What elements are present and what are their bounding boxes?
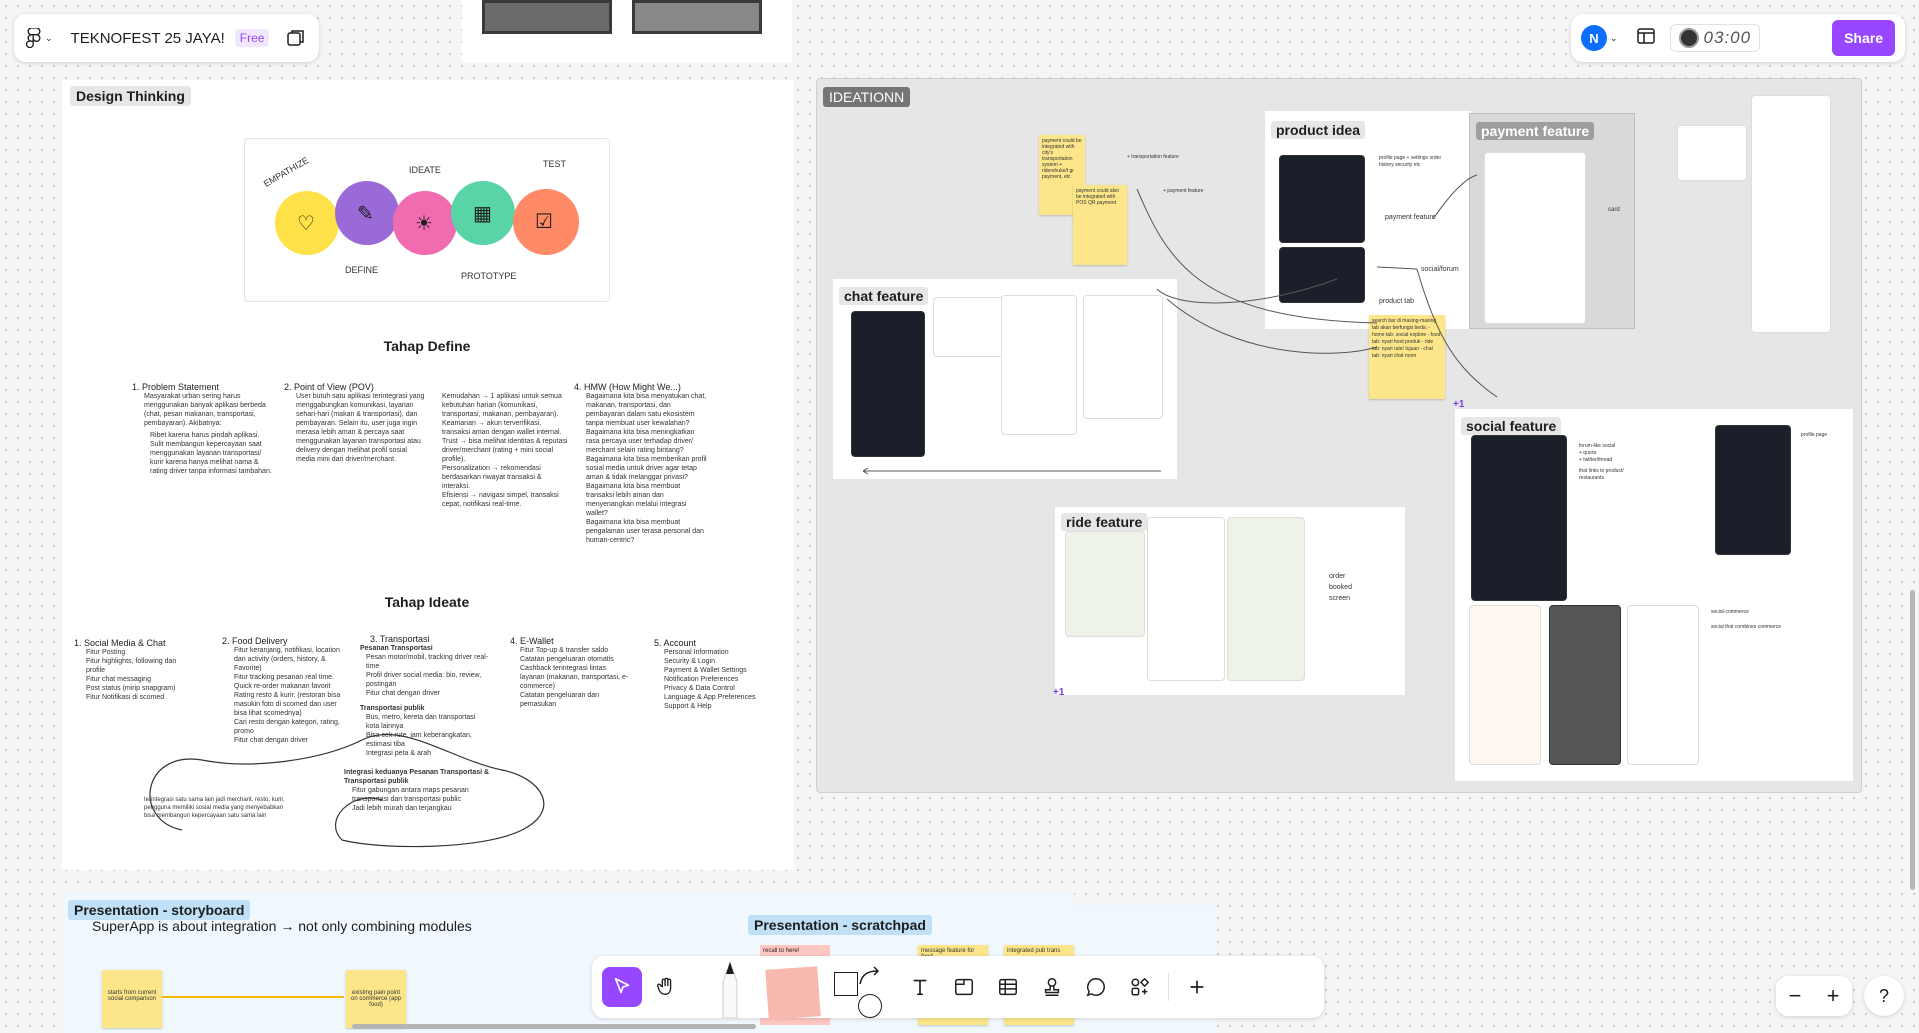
section-icon xyxy=(955,978,973,996)
section-label-storyboard[interactable]: Presentation - storyboard xyxy=(68,900,251,920)
layout-icon[interactable] xyxy=(1636,26,1656,51)
define-col-2: 2. Point of View (POV) User butuh satu a… xyxy=(284,382,425,463)
top-right-bar: N ⌄ 03:00 Share xyxy=(1571,14,1905,62)
text-icon xyxy=(913,979,927,996)
ideate-col-5: 5. Account Personal Information Security… xyxy=(654,638,756,710)
storyboard-subtitle: SuperApp is about integration → not only… xyxy=(92,918,472,934)
timer-control[interactable]: 03:00 xyxy=(1669,24,1761,52)
ideate-title: Tahap Ideate xyxy=(384,594,470,610)
comment-tool-button[interactable] xyxy=(1076,967,1116,1007)
widgets-icon xyxy=(1131,977,1150,996)
integration-box: Integrasi keduanya Pesanan Transportasi … xyxy=(344,769,490,812)
design-thinking-section[interactable]: Design Thinking ♡ ✎ ☀ ▦ ☑ EMPATHIZE DEFI… xyxy=(62,80,794,870)
bulb-icon: ☀ xyxy=(415,213,433,235)
hand-icon xyxy=(657,977,672,996)
vertical-scrollbar[interactable] xyxy=(1910,590,1915,890)
plan-badge: Free xyxy=(234,29,270,47)
help-icon: ? xyxy=(1878,985,1889,1006)
chevron-down-icon: ⌄ xyxy=(45,32,53,43)
checklist-icon: ☑ xyxy=(535,211,553,233)
figma-logo-icon xyxy=(26,28,41,48)
sticky-tool-button[interactable] xyxy=(762,956,824,1020)
toolbar-divider xyxy=(1168,973,1169,1001)
cursor-icon xyxy=(614,977,630,994)
zoom-in-button[interactable]: + xyxy=(1827,983,1840,1009)
storyboard-connector xyxy=(162,996,344,998)
bottom-toolbar xyxy=(592,956,1324,1020)
timer-value: 03:00 xyxy=(1703,28,1752,47)
screen-icon: ▦ xyxy=(473,203,492,225)
comment-icon xyxy=(1086,978,1105,997)
file-header: ⌄ TEKNOFEST 25 JAYA! Free xyxy=(14,14,319,62)
zoom-controls: − + xyxy=(1776,976,1852,1016)
storyboard-card-2[interactable]: existing pain point on commerce (app foo… xyxy=(346,970,406,1028)
define-title: Tahap Define xyxy=(383,338,471,354)
arrow-shape-icon xyxy=(859,966,880,985)
chevron-down-icon: ⌄ xyxy=(1610,32,1618,43)
define-col-3: Kemudahan → 1 aplikasi untuk semua kebut… xyxy=(442,393,568,508)
stamp-icon xyxy=(1044,978,1060,996)
define-col-4: 4. HMW (How Might We...) Bagaimana kita … xyxy=(574,382,707,544)
horizontal-scrollbar[interactable] xyxy=(352,1024,756,1029)
share-button[interactable]: Share xyxy=(1832,20,1895,56)
stamp-tool-button[interactable] xyxy=(1032,967,1072,1007)
section-tool-button[interactable] xyxy=(944,967,984,1007)
storyboard-card-1[interactable]: starts from current social comparison xyxy=(102,970,162,1028)
sticky-note-icon xyxy=(765,966,821,1020)
shape-tool-button[interactable] xyxy=(828,956,890,1018)
figma-menu-button[interactable]: ⌄ xyxy=(26,28,53,48)
top-image-strip xyxy=(462,0,792,62)
table-icon xyxy=(999,978,1017,996)
timer-icon xyxy=(1678,28,1699,48)
circle-shape-icon xyxy=(858,994,882,1018)
design-thinking-diagram: ♡ ✎ ☀ ▦ ☑ EMPATHIZE DEFINE IDEATE PROTOT… xyxy=(244,138,610,302)
section-label-scratchpad[interactable]: Presentation - scratchpad xyxy=(748,915,932,935)
connector-arrows xyxy=(1136,174,1498,398)
pen-icon xyxy=(722,960,738,1018)
add-button[interactable] xyxy=(1177,967,1217,1007)
hand-tool-button[interactable] xyxy=(646,967,686,1007)
section-label-design-thinking[interactable]: Design Thinking xyxy=(70,86,191,106)
move-tool-button[interactable] xyxy=(602,967,642,1007)
define-col-1: 1. Problem Statement Masyarakat urban se… xyxy=(132,382,272,475)
side-note: terintegrasi satu sama lain jadi merchan… xyxy=(144,797,285,819)
square-shape-icon xyxy=(834,972,858,996)
table-tool-button[interactable] xyxy=(988,967,1028,1007)
plus-icon xyxy=(1190,980,1204,994)
ideate-col-4: 4. E-Wallet Fitur Top-up & transfer sald… xyxy=(510,636,629,708)
ideate-col-1: 1. Social Media & Chat Fitur Posting Fit… xyxy=(74,638,177,701)
text-tool-button[interactable] xyxy=(900,967,940,1007)
ideation-section[interactable]: IDEATIONN payment could be integrated wi… xyxy=(816,78,1862,793)
empathize-icon: ♡ xyxy=(297,213,315,235)
layers-toggle-icon[interactable] xyxy=(285,27,307,49)
file-name[interactable]: TEKNOFEST 25 JAYA! xyxy=(71,30,225,47)
zoom-out-button[interactable]: − xyxy=(1789,983,1802,1009)
user-avatar[interactable]: N ⌄ xyxy=(1581,25,1618,51)
help-button[interactable]: ? xyxy=(1864,976,1904,1016)
pen-tool-button[interactable] xyxy=(702,956,758,1018)
more-tools-button[interactable] xyxy=(1120,967,1160,1007)
pencil-icon: ✎ xyxy=(357,203,374,225)
